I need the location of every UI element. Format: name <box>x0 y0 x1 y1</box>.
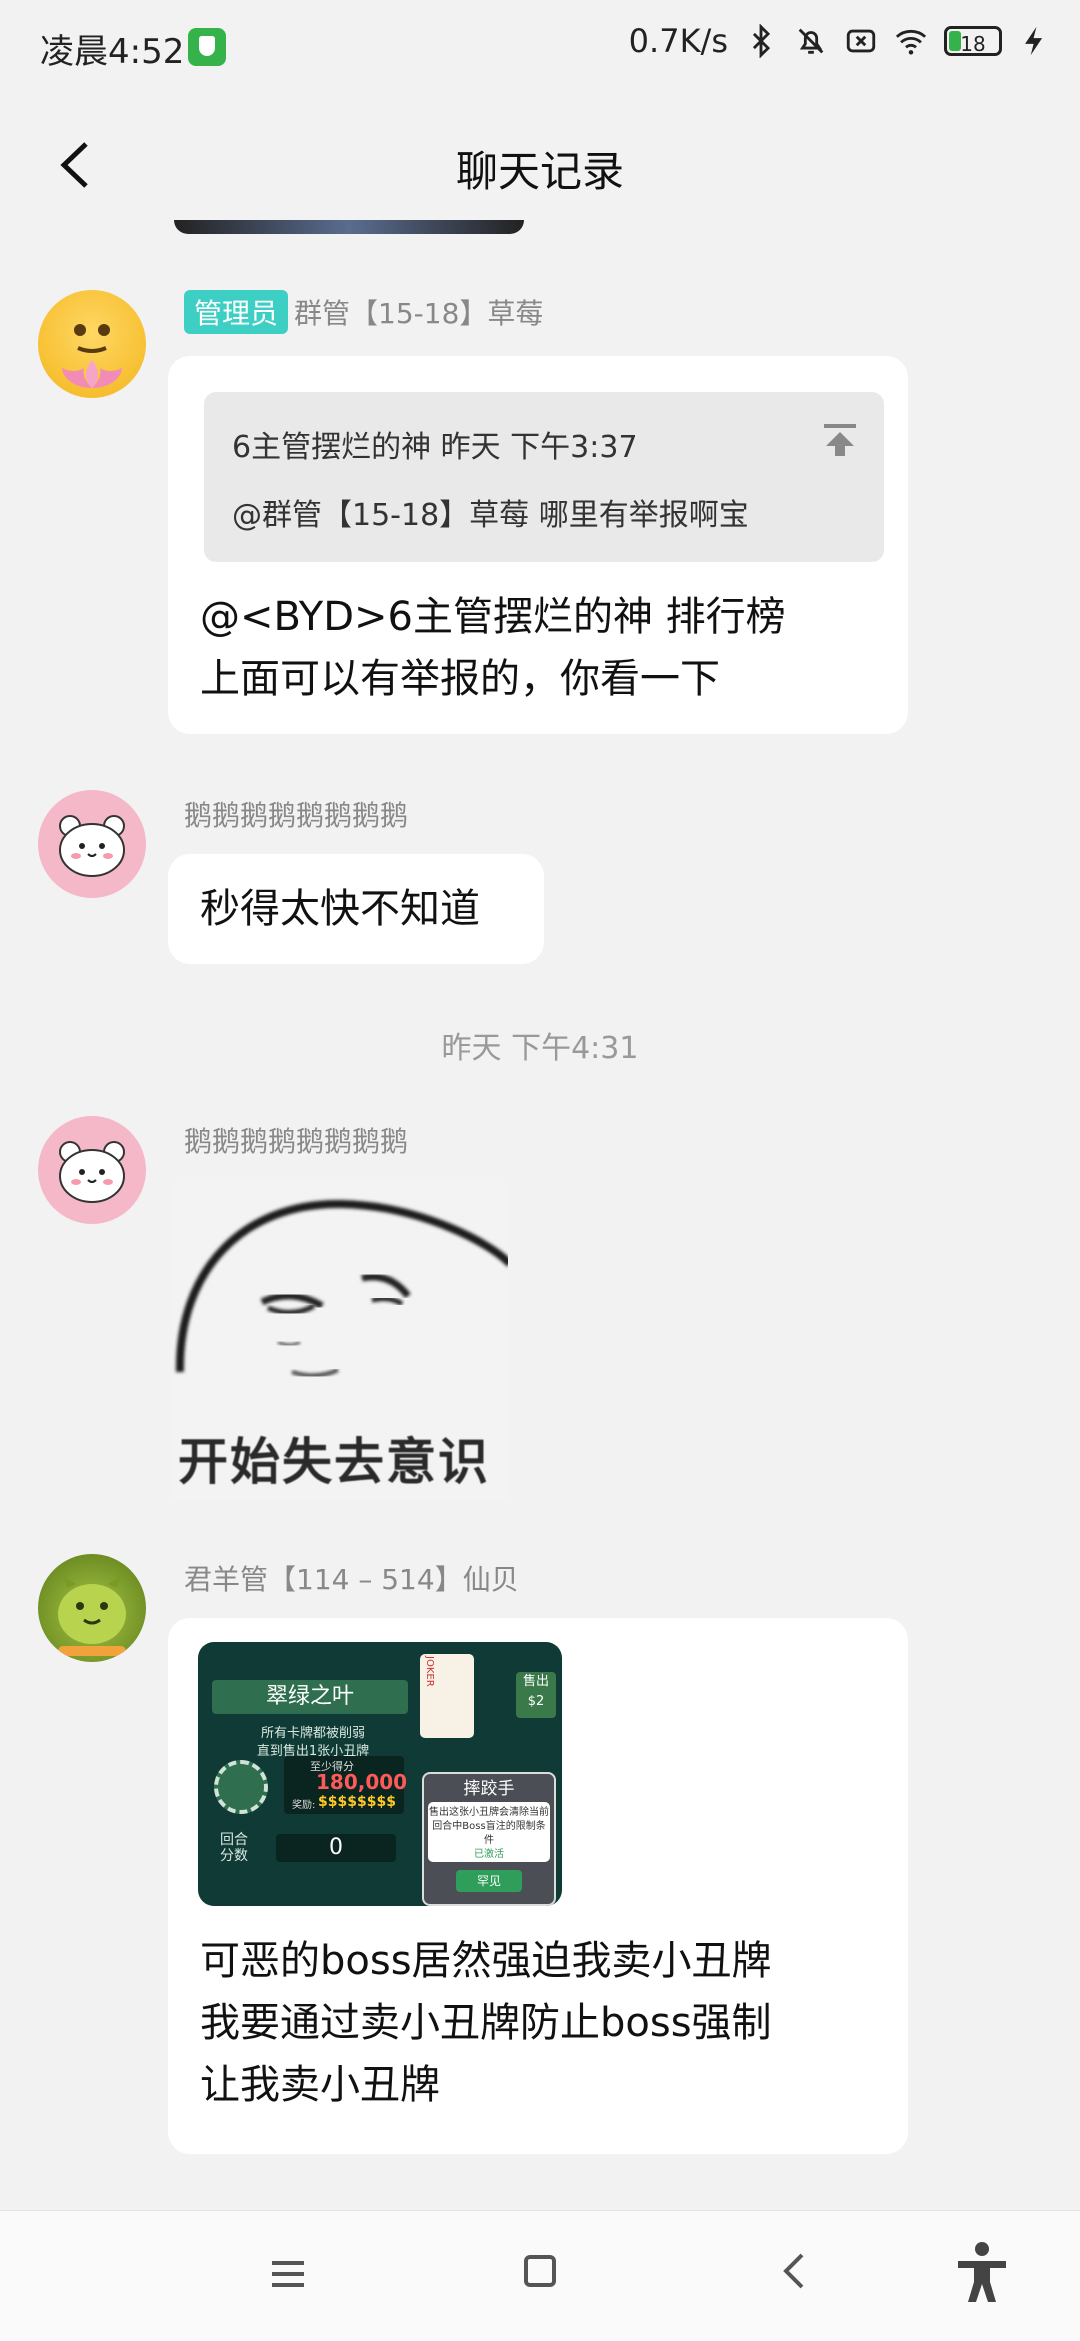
sender-name-row: 管理员 群管【15-18】草莓 <box>184 290 543 334</box>
no-sim-icon <box>846 29 876 53</box>
quote-text: @群管【15-18】草莓 哪里有举报啊宝 <box>232 498 749 533</box>
message-text-line: 我要通过卖小丑牌防止boss强制 <box>200 2000 772 2046</box>
message-text-line: @<BYD>6主管摆烂的神 排行榜 <box>200 594 786 640</box>
round-score-value: 0 <box>276 1834 396 1862</box>
system-nav-bar <box>0 2210 1080 2341</box>
sticker-caption: 开始失去意识 <box>178 1433 490 1491</box>
avatar[interactable] <box>38 1116 146 1224</box>
page-title: 聊天记录 <box>455 147 624 196</box>
nav-back-icon[interactable] <box>778 2251 808 2291</box>
sender-name-row: 鹅鹅鹅鹅鹅鹅鹅鹅 <box>184 1120 408 1160</box>
round-score-label: 回合分数 <box>220 1832 248 1864</box>
sell-button: 售出 $2 <box>516 1672 556 1718</box>
avatar[interactable] <box>38 290 146 398</box>
card-tooltip-desc: 售出这张小丑牌会清除当前回合中Boss盲注的限制条件 已激活 <box>428 1802 550 1862</box>
charging-icon <box>1025 26 1043 56</box>
message-bubble[interactable]: 6主管摆烂的神 昨天 下午3:37 @群管【15-18】草莓 哪里有举报啊宝 @… <box>168 356 908 734</box>
previous-image-edge <box>174 220 524 234</box>
avatar[interactable] <box>38 1554 146 1662</box>
quote-header: 6主管摆烂的神 昨天 下午3:37 <box>232 430 638 465</box>
message-text: 可恶的boss居然强迫我卖小丑牌 我要通过卖小丑牌防止boss强制 让我卖小丑牌 <box>200 1930 772 2116</box>
home-icon[interactable] <box>524 2255 556 2287</box>
bear-face-icon <box>59 815 125 877</box>
card-rarity-badge: 罕见 <box>456 1870 522 1892</box>
lotus-emoji-icon <box>62 324 122 388</box>
sender-name: 鹅鹅鹅鹅鹅鹅鹅鹅 <box>184 799 409 832</box>
admin-badge: 管理员 <box>184 290 289 334</box>
status-time: 凌晨4:52 <box>40 32 185 72</box>
poker-chip-icon <box>214 1760 268 1814</box>
battery-level: 18 <box>960 32 986 56</box>
sticker-image[interactable]: 开始失去意识 <box>172 1182 508 1500</box>
message-text-line: 上面可以有举报的，你看一下 <box>200 656 720 702</box>
security-shield-icon <box>188 28 226 66</box>
reward-label: 奖励: <box>292 1800 316 1811</box>
mute-bell-icon <box>798 28 824 54</box>
top-bar: 聊天记录 <box>0 110 1080 220</box>
net-speed: 0.7K/s <box>628 22 728 60</box>
bear-face-icon <box>59 1141 125 1203</box>
message-text: 秒得太快不知道 <box>200 886 480 932</box>
battery-icon: 18 <box>944 26 1002 56</box>
game-blind-desc: 所有卡牌都被削弱 <box>260 1726 365 1741</box>
time-divider: 昨天 下午4:31 <box>441 1031 639 1066</box>
green-creature-icon <box>58 1576 126 1656</box>
wifi-icon <box>895 29 927 55</box>
quoted-message[interactable]: 6主管摆烂的神 昨天 下午3:37 @群管【15-18】草莓 哪里有举报啊宝 <box>204 392 884 562</box>
sender-name: 君羊管【114 – 514】仙贝 <box>184 1563 519 1596</box>
sender-name: 群管【15-18】草莓 <box>294 297 544 330</box>
status-bar: 凌晨4:52 0.7K/s 18 <box>0 0 1080 100</box>
game-screenshot-image[interactable]: 翠绿之叶 所有卡牌都被削弱 直到售出1张小丑牌 至少得分 180,000 奖励:… <box>198 1642 562 1906</box>
jump-to-top-icon[interactable] <box>820 420 860 460</box>
recent-apps-icon[interactable] <box>270 2259 306 2289</box>
message-text-line: 让我卖小丑牌 <box>200 2062 440 2108</box>
card-tooltip-title: 摔跤手 <box>463 1779 515 1799</box>
card-tooltip-status: 已激活 <box>474 1849 504 1860</box>
sender-name-row: 君羊管【114 – 514】仙贝 <box>184 1558 519 1598</box>
card-tooltip-desc-text: 售出这张小丑牌会清除当前回合中Boss盲注的限制条件 <box>429 1807 549 1846</box>
message-text: @<BYD>6主管摆烂的神 排行榜 上面可以有举报的，你看一下 <box>200 586 786 710</box>
sender-name: 鹅鹅鹅鹅鹅鹅鹅鹅 <box>184 1125 409 1158</box>
message-bubble[interactable]: 翠绿之叶 所有卡牌都被削弱 直到售出1张小丑牌 至少得分 180,000 奖励:… <box>168 1618 908 2154</box>
message-bubble[interactable]: 秒得太快不知道 <box>168 854 544 964</box>
message-text-line: 可恶的boss居然强迫我卖小丑牌 <box>200 1938 772 1984</box>
status-icons: 0.7K/s 18 <box>629 22 1052 60</box>
avatar[interactable] <box>38 790 146 898</box>
joker-card-label: JOKER <box>424 1656 435 1687</box>
accessibility-icon[interactable] <box>954 2241 1010 2305</box>
game-blind-title: 翠绿之叶 <box>212 1680 408 1714</box>
bluetooth-icon <box>752 24 771 58</box>
sender-name-row: 鹅鹅鹅鹅鹅鹅鹅鹅 <box>184 794 408 834</box>
reward-value: $$$$$$$$ <box>318 1794 396 1810</box>
target-score: 180,000 <box>316 1770 408 1794</box>
